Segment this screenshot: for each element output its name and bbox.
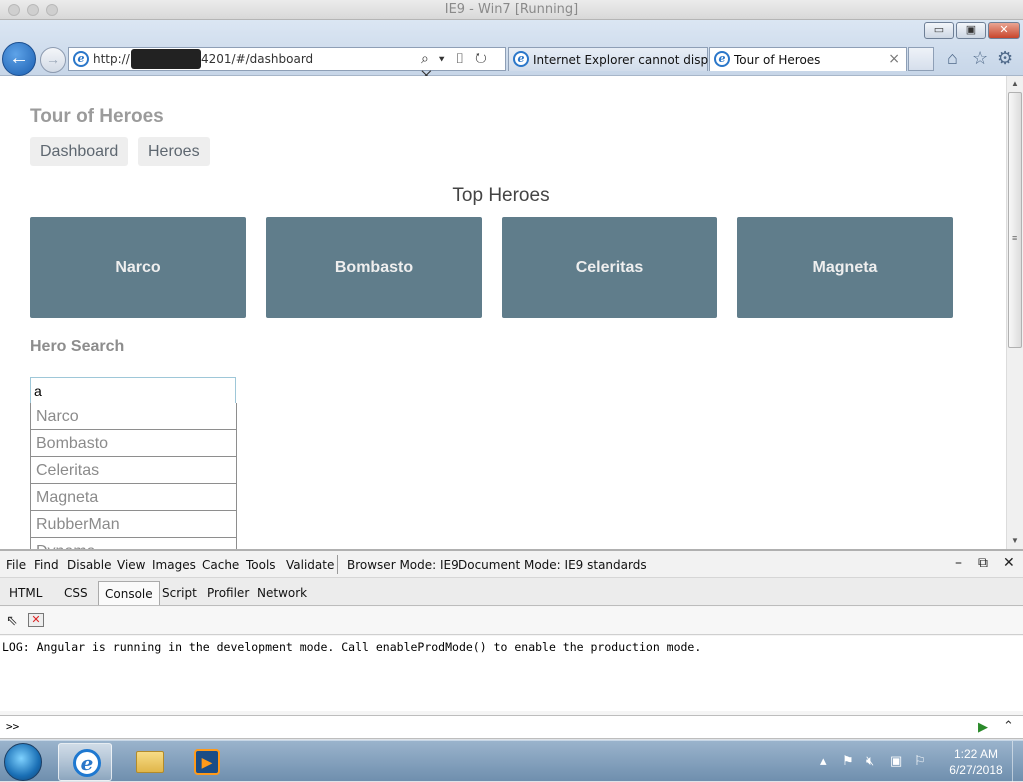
- browser-mode-menu[interactable]: Browser Mode: IE9: [347, 558, 459, 572]
- start-button[interactable]: [4, 743, 42, 781]
- devtools-undock-icon[interactable]: ⧉: [978, 555, 988, 571]
- tab-tour-of-heroes[interactable]: e Tour of Heroes ×: [709, 47, 907, 71]
- browser-chrome: ▭ ▣ ✕ ← → e http:// 4201/#/dashboard ⌕ ▾…: [0, 20, 1023, 83]
- scroll-down-arrow-icon[interactable]: ▼: [1007, 533, 1023, 549]
- window-restore-button[interactable]: ▣: [956, 22, 986, 39]
- console-prompt: >>: [6, 720, 20, 733]
- menu-cache[interactable]: Cache: [202, 558, 239, 572]
- top-heroes-heading: Top Heroes: [452, 185, 550, 206]
- arrow-right-icon: →: [46, 51, 60, 67]
- action-center-flag-icon[interactable]: ⚑: [842, 753, 854, 769]
- back-button[interactable]: ←: [2, 42, 36, 76]
- ie-page-icon: e: [73, 51, 89, 67]
- taskbar-file-explorer[interactable]: [122, 743, 176, 781]
- host-window-title: IE9 - Win7 [Running]: [444, 2, 579, 17]
- menu-validate[interactable]: Validate: [286, 558, 334, 572]
- ie-tab-icon: e: [513, 51, 529, 67]
- volume-muted-icon[interactable]: 🔇︎: [866, 753, 874, 769]
- run-script-icon[interactable]: ▶: [978, 719, 988, 735]
- document-mode-menu[interactable]: Document Mode: IE9 standards: [458, 558, 647, 572]
- url-text-suffix: 4201/#/dashboard: [201, 52, 314, 66]
- app-title: Tour of Heroes: [30, 106, 164, 127]
- search-result-item[interactable]: RubberMan: [30, 511, 237, 538]
- page-scrollbar[interactable]: ▲ ≡ ▼: [1006, 76, 1023, 549]
- taskbar-media-player[interactable]: ▶: [180, 743, 234, 781]
- search-result-item[interactable]: Narco: [30, 403, 237, 430]
- search-result-item[interactable]: Dynama: [30, 538, 237, 549]
- scroll-up-arrow-icon[interactable]: ▲: [1007, 76, 1023, 92]
- tab-error[interactable]: e Internet Explorer cannot displa...: [508, 47, 730, 71]
- clear-console-icon[interactable]: ✕: [28, 613, 44, 627]
- menu-view[interactable]: View: [117, 558, 145, 572]
- window-close-button[interactable]: ✕: [988, 22, 1020, 39]
- tab-profiler[interactable]: Profiler: [201, 581, 255, 605]
- flag-error-icon[interactable]: ⚐: [914, 753, 926, 769]
- devtools-close-icon[interactable]: ✕: [1003, 555, 1015, 571]
- hero-card[interactable]: Celeritas: [502, 217, 717, 318]
- tab-close-icon[interactable]: ×: [888, 51, 900, 67]
- menu-find[interactable]: Find: [34, 558, 59, 572]
- show-desktop-button[interactable]: [1012, 741, 1023, 782]
- console-command-line[interactable]: >> ▶ ⌃: [0, 715, 1023, 739]
- nav-heroes-link[interactable]: Heroes: [138, 137, 210, 166]
- menu-divider: [337, 555, 338, 574]
- arrow-left-icon: ←: [9, 47, 29, 69]
- gear-icon[interactable]: ⚙: [997, 48, 1013, 69]
- search-result-item[interactable]: Magneta: [30, 484, 237, 511]
- clock-time[interactable]: 1:22 AM: [945, 747, 1007, 761]
- devtools-toolbar: ⇖ ✕: [0, 607, 1023, 635]
- tab-label: Tour of Heroes: [734, 53, 821, 67]
- menu-file[interactable]: File: [6, 558, 26, 572]
- host-window-titlebar: IE9 - Win7 [Running]: [0, 0, 1023, 20]
- devtools-minimize-icon[interactable]: –: [955, 555, 962, 571]
- url-redaction: [131, 49, 201, 69]
- hero-card[interactable]: Magneta: [737, 217, 953, 318]
- devtools-menubar: File Find Disable View Images Cache Tool…: [0, 551, 1023, 578]
- tab-css[interactable]: CSS: [58, 581, 94, 605]
- search-result-item[interactable]: Bombasto: [30, 430, 237, 457]
- expand-multiline-icon[interactable]: ⌃: [1003, 718, 1014, 734]
- hero-card[interactable]: Bombasto: [266, 217, 482, 318]
- search-results-list: Narco Bombasto Celeritas Magneta RubberM…: [30, 403, 237, 549]
- hero-card[interactable]: Narco: [30, 217, 246, 318]
- search-result-item[interactable]: Celeritas: [30, 457, 237, 484]
- windows-taskbar: e ▶ ▴ ⚑ 🔇︎ ▣ ⚐ 1:22 AM 6/27/2018: [0, 740, 1023, 782]
- tab-label: Internet Explorer cannot displa...: [533, 53, 731, 67]
- devtools-tabbar: HTML CSS Console Script Profiler Network: [0, 578, 1023, 606]
- address-bar[interactable]: e http:// 4201/#/dashboard ⌕ ▾ ▯ ↻ ✕: [68, 47, 506, 83]
- grip-icon: ≡: [1012, 233, 1018, 243]
- menu-tools[interactable]: Tools: [246, 558, 276, 572]
- select-element-cursor-icon[interactable]: ⇖: [6, 612, 18, 629]
- url-text-prefix: http://: [93, 52, 130, 66]
- tab-console[interactable]: Console: [98, 581, 160, 605]
- nav-dashboard-link[interactable]: Dashboard: [30, 137, 129, 166]
- folder-icon: [136, 751, 164, 773]
- page-viewport: Tour of Heroes Dashboard Heroes Top Hero…: [0, 76, 1006, 549]
- tab-script[interactable]: Script: [156, 581, 203, 605]
- scrollbar-thumb[interactable]: ≡: [1008, 92, 1022, 348]
- media-player-icon: ▶: [194, 749, 220, 775]
- hero-search-heading: Hero Search: [30, 338, 125, 355]
- ie-icon: e: [73, 749, 101, 777]
- hero-search-input[interactable]: [30, 377, 236, 404]
- tab-html[interactable]: HTML: [3, 581, 48, 605]
- window-minimize-button[interactable]: ▭: [924, 22, 954, 39]
- show-hidden-icons-icon[interactable]: ▴: [820, 753, 827, 769]
- new-tab-button[interactable]: [908, 47, 934, 71]
- forward-button[interactable]: →: [40, 47, 66, 73]
- menu-disable[interactable]: Disable: [67, 558, 112, 572]
- tab-network[interactable]: Network: [251, 581, 313, 605]
- console-log-line: LOG: Angular is running in the developme…: [2, 640, 702, 654]
- clock-date[interactable]: 6/27/2018: [945, 763, 1007, 777]
- home-icon[interactable]: ⌂: [947, 48, 958, 69]
- taskbar-internet-explorer[interactable]: e: [58, 743, 112, 781]
- console-output: LOG: Angular is running in the developme…: [0, 636, 1023, 711]
- ie-tab-icon: e: [714, 51, 730, 67]
- network-icon[interactable]: ▣: [890, 753, 902, 769]
- menu-images[interactable]: Images: [152, 558, 196, 572]
- developer-tools-panel: File Find Disable View Images Cache Tool…: [0, 549, 1023, 739]
- star-icon[interactable]: ☆: [972, 48, 988, 69]
